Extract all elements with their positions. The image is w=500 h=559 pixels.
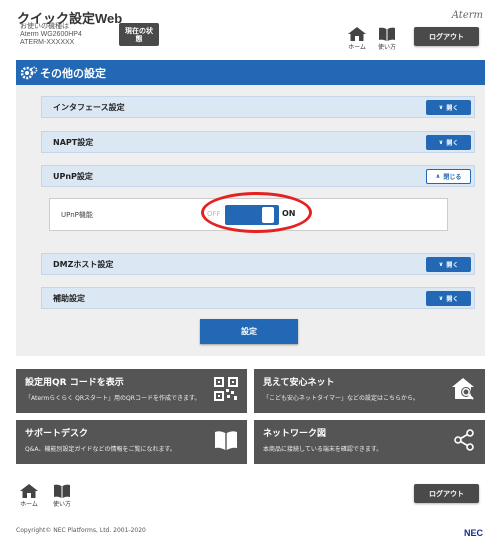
home-nav-label: ホーム [348,44,366,51]
expand-button[interactable]: ∨ 開く [426,257,471,272]
tile-support-desk[interactable]: サポートデスク Q&A、機能別設定ガイドなどの情報をご覧になれます。 [16,420,247,464]
tile-desc: Q&A、機能別設定ガイドなどの情報をご覧になれます。 [25,446,176,453]
home-search-icon [452,378,474,400]
tile-mieru-anshin[interactable]: 見えて安心ネット 「こども安心ネットタイマー」などの設定はこちらから。 [254,369,485,413]
upnp-function-label: UPnP機能 [61,211,93,219]
book-icon [54,484,70,498]
current-status-button[interactable]: 現在の状態 [119,23,159,46]
tile-title: ネットワーク図 [263,429,327,439]
tile-title: 設定用QR コードを表示 [25,378,124,388]
book-icon [215,431,237,450]
footer-manual-label: 使い方 [52,501,71,508]
accordion-napt[interactable]: NAPT設定 ∨ 開く [41,131,475,153]
home-icon [348,27,366,41]
collapse-button-label: 閉じる [443,174,462,181]
chevron-down-icon: ∨ [438,104,444,111]
tile-desc: 本商品に接続している端末を確認できます。 [263,446,383,453]
expand-button-label: 開く [446,105,459,112]
accordion-dmz[interactable]: DMZホスト設定 ∨ 開く [41,253,475,275]
accordion-upnp[interactable]: UPnP設定 ∧ 閉じる [41,165,475,187]
footer-home-label: ホーム [20,501,38,508]
header: クイック設定Web お使いの機種は Aterm WG2600HP4 ATERM-… [0,0,500,52]
qr-code-icon [214,377,238,401]
accordion-label: DMZホスト設定 [53,259,114,269]
home-icon [20,484,38,498]
tile-title: サポートデスク [25,429,89,439]
tile-network-map[interactable]: ネットワーク図 本商品に接続している端末を確認できます。 [254,420,485,464]
expand-button-label: 開く [446,296,459,303]
collapse-button[interactable]: ∧ 閉じる [426,169,471,184]
expand-button[interactable]: ∨ 開く [426,135,471,150]
gear-icon [20,66,38,79]
chevron-down-icon: ∨ [438,295,444,302]
book-icon [379,27,395,41]
device-id: ATERM-XXXXXX [20,39,75,46]
expand-button-label: 開く [446,140,459,147]
chevron-down-icon: ∨ [438,139,444,146]
tile-title: 見えて安心ネット [263,378,335,388]
copyright: Copyright© NEC Platforms, Ltd. 2001-2020 [16,527,146,534]
accordion-label: インタフェース設定 [53,102,125,112]
chevron-up-icon: ∧ [435,173,441,180]
apply-settings-button[interactable]: 設定 [200,319,298,344]
nec-logo: NEC [463,528,483,538]
settings-card: その他の設定 インタフェース設定 ∨ 開く NAPT設定 ∨ 開く UPnP設定 ∧… [16,60,485,356]
accordion-label: NAPT設定 [53,137,94,147]
accordion-interface[interactable]: インタフェース設定 ∨ 開く [41,96,475,118]
tile-desc: 「こども安心ネットタイマー」などの設定はこちらから。 [263,395,420,402]
logout-button[interactable]: ログアウト [414,27,479,46]
chevron-down-icon: ∨ [438,261,444,268]
manual-nav[interactable]: 使い方 [375,27,399,51]
tile-qr-code[interactable]: 設定用QR コードを表示 「Atermらくらく QRスタート」用のQRコードを作… [16,369,247,413]
footer-home-nav[interactable]: ホーム [17,484,41,508]
accordion-auxiliary[interactable]: 補助設定 ∨ 開く [41,287,475,309]
highlight-annotation [201,192,312,233]
accordion-label: UPnP設定 [53,171,93,181]
footer-logout-button[interactable]: ログアウト [414,484,479,503]
footer-manual-nav[interactable]: 使い方 [50,484,74,508]
section-header: その他の設定 [16,60,485,85]
expand-button[interactable]: ∨ 開く [426,100,471,115]
expand-button-label: 開く [446,262,459,269]
section-title: その他の設定 [40,66,106,80]
expand-button[interactable]: ∨ 開く [426,291,471,306]
tile-desc: 「Atermらくらく QRスタート」用のQRコードを作成できます。 [25,395,201,402]
aterm-logo: Aterm [451,10,483,21]
accordion-label: 補助設定 [53,293,85,303]
home-nav[interactable]: ホーム [345,27,369,51]
manual-nav-label: 使い方 [377,44,396,51]
share-network-icon [454,429,474,451]
